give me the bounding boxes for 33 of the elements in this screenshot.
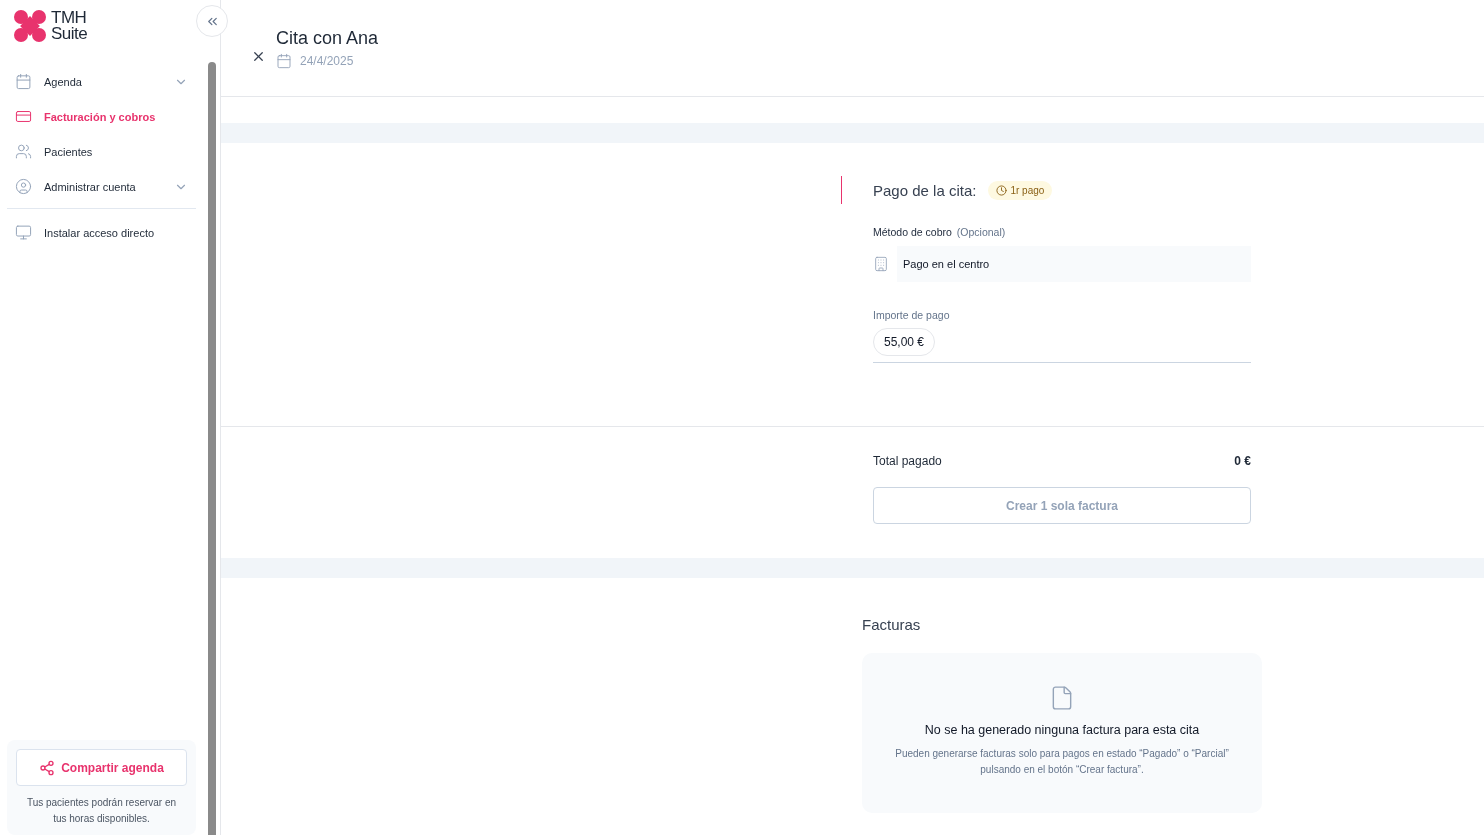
empty-state-title: No se ha generado ninguna factura para esta cita <box>924 723 1200 737</box>
nav-item[interactable]: Administrar cuenta <box>7 169 196 204</box>
brand-name: TMH Suite <box>51 10 88 42</box>
clock-icon <box>996 184 1008 196</box>
credit-card-icon <box>15 108 32 125</box>
empty-state-text: Pueden generarse facturas solo para pagos en estado “Pagado” o “Parcial” pulsando en el botón “Crear factura”. <box>894 747 1230 777</box>
optional-label: (Opcional) <box>956 226 1006 238</box>
calendar-icon <box>276 52 292 69</box>
nav-item[interactable]: Pacientes <box>7 134 196 169</box>
monitor-icon <box>15 224 32 241</box>
scrollbar-thumb[interactable] <box>208 62 216 835</box>
building-icon <box>873 256 889 272</box>
payment-badge: 1r pago <box>988 180 1053 200</box>
user-circle-icon <box>15 178 32 195</box>
nav-item[interactable]: Instalar acceso directo <box>7 215 196 250</box>
users-icon <box>15 143 32 160</box>
payment-title: Pago de la cita: <box>873 181 977 199</box>
nav-item[interactable]: Facturación y cobros <box>7 99 196 134</box>
method-label: Método de cobro <box>873 226 952 238</box>
logo-icon <box>13 9 47 43</box>
appointment-title: Cita con Ana <box>276 27 379 49</box>
share-button[interactable]: Compartir agenda <box>16 749 187 786</box>
nav-item[interactable]: Agenda <box>7 64 196 99</box>
total-label: Total pagado <box>873 454 942 468</box>
share-icon <box>39 759 56 776</box>
total-value: 0 € <box>1234 454 1251 468</box>
calendar-icon <box>15 73 32 90</box>
method-field[interactable]: Pago en el centro <box>897 246 1251 282</box>
share-note: Tus pacientes podrán reservar en tus horas disponibles. <box>25 796 178 826</box>
amount-label: Importe de pago <box>873 309 950 321</box>
collapse-button[interactable] <box>196 5 228 37</box>
invoices-title: Facturas <box>862 616 922 633</box>
appointment-date: 24/4/2025 <box>300 53 354 68</box>
